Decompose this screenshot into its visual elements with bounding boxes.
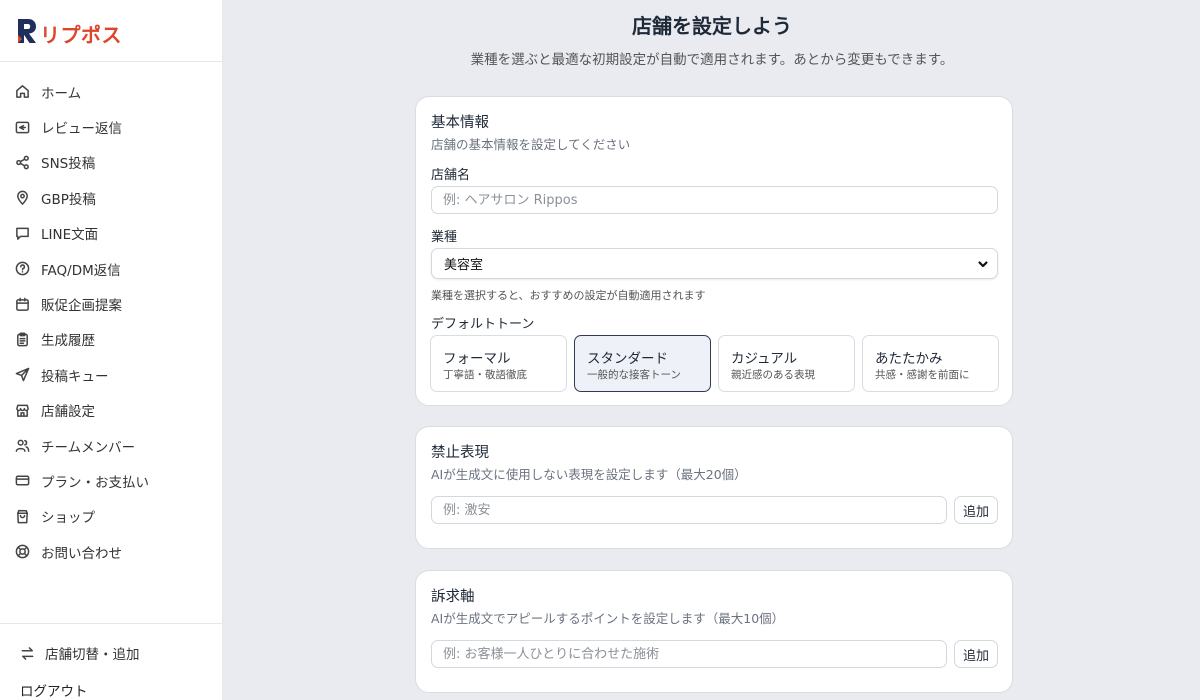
tone-description: 親近感のある表現 [731,369,815,381]
industry-select[interactable]: 美容室 [431,248,998,279]
arrows-swap-icon [20,646,35,661]
sidebar-item-label: LINE文面 [41,227,99,244]
sidebar-item-line-text[interactable]: LINE文面 [0,216,222,251]
sidebar-item-contact[interactable]: お問い合わせ [0,534,222,569]
home-icon [14,84,30,100]
page-subtitle: 業種を選ぶと最適な初期設定が自動で適用されます。あとから変更もできます。 [470,52,954,68]
tone-description: 一般的な接客トーン [587,369,681,381]
sidebar-item-label: ショップ [41,510,95,527]
industry-label: 業種 [431,230,458,245]
appeal-points-card: 訴求軸 AIが生成文でアピールするポイントを設定します（最大10個） 追加 [415,570,1013,693]
tone-name: フォーマル [443,351,511,367]
add-appeal-button[interactable]: 追加 [954,640,998,668]
sidebar-item-store-settings[interactable]: 店舗設定 [0,393,222,428]
sidebar-item-team-members[interactable]: チームメンバー [0,428,222,463]
tone-description: 共感・感謝を前面に [875,369,970,381]
tone-description: 丁寧語・敬語徹底 [443,369,527,381]
life-buoy-icon [14,544,30,560]
logo-r-icon [16,17,38,45]
sidebar-item-sns-post[interactable]: SNS投稿 [0,145,222,180]
brand-logo[interactable]: リプポス [0,0,222,62]
banned-description: AIが生成文に使用しない表現を設定します（最大20個） [431,467,747,482]
industry-select-value: 美容室 [444,258,484,273]
sidebar-item-gbp-post[interactable]: GBP投稿 [0,180,222,215]
brand-name: リプポス [40,23,122,47]
sidebar-item-label: SNS投稿 [41,156,96,173]
sidebar-item-plan-billing[interactable]: プラン・お支払い [0,463,222,498]
sidebar-item-label: お問い合わせ [41,545,122,562]
switch-store-button[interactable]: 店舗切替・追加 [0,624,222,682]
sidebar-item-review-reply[interactable]: レビュー返信 [0,109,222,144]
sidebar-item-faq-dm[interactable]: FAQ/DM返信 [0,251,222,286]
logout-button[interactable]: ログアウト [20,680,88,700]
basic-info-card: 基本情報 店舗の基本情報を設定してください 店舗名 業種 美容室 業種を選択する… [415,96,1013,406]
banned-expression-input[interactable] [431,496,947,524]
map-pin-icon [14,190,30,206]
help-circle-icon [14,261,30,277]
sidebar-item-label: レビュー返信 [41,121,122,138]
basic-info-description: 店舗の基本情報を設定してください [431,137,631,152]
page-title: 店舗を設定しよう [632,14,792,38]
basic-info-title: 基本情報 [431,115,489,131]
shopping-bag-icon [14,508,30,524]
store-name-input[interactable] [431,186,998,214]
banned-title: 禁止表現 [431,445,489,461]
sidebar-item-label: 投稿キュー [41,368,109,385]
reply-icon [14,119,30,135]
sidebar-item-label: ホーム [41,85,82,102]
users-icon [14,438,30,454]
banned-expressions-card: 禁止表現 AIが生成文に使用しない表現を設定します（最大20個） 追加 [415,426,1013,549]
sidebar-item-promotion[interactable]: 販促企画提案 [0,286,222,321]
appeal-title: 訴求軸 [431,589,475,605]
sidebar-footer: 店舗切替・追加 ログアウト [0,623,222,700]
chevron-down-icon [977,258,989,270]
sidebar-item-label: 販促企画提案 [41,298,122,315]
clipboard-icon [14,331,30,347]
default-tone-label: デフォルトトーン [431,317,535,332]
sidebar-item-label: チームメンバー [41,439,136,456]
sidebar-item-label: GBP投稿 [41,191,96,208]
tone-option-warm[interactable]: あたたかみ 共感・感謝を前面に [862,335,999,392]
main-content: 店舗を設定しよう 業種を選ぶと最適な初期設定が自動で適用されます。あとから変更も… [224,0,1200,700]
credit-card-icon [14,473,30,489]
sidebar-item-label: 店舗設定 [41,404,95,421]
sidebar-item-home[interactable]: ホーム [0,74,222,109]
sidebar-item-shop[interactable]: ショップ [0,499,222,534]
sidebar: リプポス ホーム レビュー返信 SNS投稿 GBP投稿 LINE文面 FAQ/D… [0,0,223,700]
switch-store-label: 店舗切替・追加 [45,647,140,663]
tone-name: スタンダード [587,351,668,367]
appeal-description: AIが生成文でアピールするポイントを設定します（最大10個） [431,611,785,626]
calendar-icon [14,296,30,312]
tone-name: あたたかみ [875,351,943,367]
add-banned-button[interactable]: 追加 [954,496,998,524]
send-icon [14,367,30,383]
message-square-icon [14,225,30,241]
tone-options: フォーマル 丁寧語・敬語徹底 スタンダード 一般的な接客トーン カジュアル 親近… [430,335,1000,392]
tone-name: カジュアル [731,351,798,367]
sidebar-item-label: 生成履歴 [41,333,95,350]
tone-option-standard[interactable]: スタンダード 一般的な接客トーン [574,335,711,392]
sidebar-item-post-queue[interactable]: 投稿キュー [0,357,222,392]
sidebar-item-label: プラン・お支払い [41,474,149,491]
store-icon [14,402,30,418]
industry-hint: 業種を選択すると、おすすめの設定が自動適用されます [431,289,706,302]
sidebar-item-label: FAQ/DM返信 [41,262,121,279]
tone-option-casual[interactable]: カジュアル 親近感のある表現 [718,335,855,392]
sidebar-nav: ホーム レビュー返信 SNS投稿 GBP投稿 LINE文面 FAQ/DM返信 販… [0,62,222,569]
share-icon [14,154,30,170]
sidebar-item-history[interactable]: 生成履歴 [0,322,222,357]
appeal-point-input[interactable] [431,640,947,668]
tone-option-formal[interactable]: フォーマル 丁寧語・敬語徹底 [430,335,567,392]
store-name-label: 店舗名 [431,168,471,183]
